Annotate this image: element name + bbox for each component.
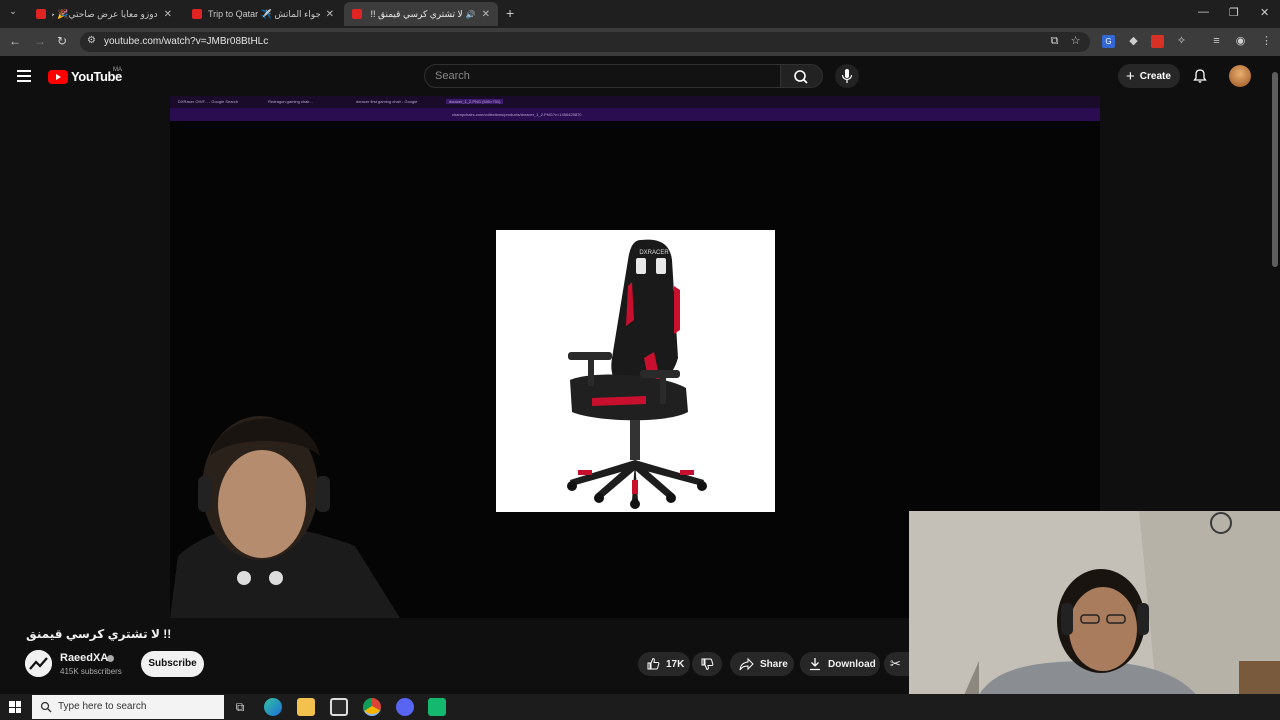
bookmark-star-icon[interactable]: ☆: [1069, 35, 1082, 48]
tab-close-icon[interactable]: ✕: [320, 9, 334, 20]
taskbar-search-box[interactable]: Type here to search: [32, 695, 224, 719]
extensions-puzzle-icon[interactable]: ✧: [1175, 35, 1188, 48]
file-explorer-icon[interactable]: [297, 698, 315, 716]
url-text: youtube.com/watch?v=JMBr08BtHLc: [104, 36, 269, 47]
hamburger-menu-icon[interactable]: [17, 70, 31, 82]
install-app-icon[interactable]: ⧉: [1048, 35, 1061, 48]
inner-tab: dxracer_1_2.PNG (640×701): [446, 99, 504, 104]
inner-tab: DXRacer OH/F... - Google Search: [178, 99, 239, 104]
task-view-icon[interactable]: ⧉: [231, 698, 249, 716]
browser-tab-2[interactable]: Trip to Qatar ✈️ أجواء الماتش 🇶🇦... ✕: [184, 2, 342, 26]
back-icon[interactable]: ←: [9, 34, 21, 48]
create-label: Create: [1139, 70, 1171, 82]
inner-tab: dxracer first gaming chair - Google: [356, 99, 418, 104]
extension-icon[interactable]: ◆: [1127, 35, 1140, 48]
forward-icon[interactable]: →: [34, 34, 46, 48]
download-button[interactable]: Download: [800, 652, 880, 676]
like-count: 17K: [666, 658, 685, 670]
tab-title: Trip to Qatar ✈️ أجواء الماتش 🇶🇦...: [208, 8, 320, 19]
maximize-icon[interactable]: ❐: [1229, 6, 1239, 19]
app-green-icon[interactable]: [428, 698, 446, 716]
verified-badge-icon: [107, 655, 114, 662]
share-label: Share: [760, 658, 788, 670]
thumbs-down-icon: [701, 658, 714, 671]
clip-button[interactable]: ✂: [884, 652, 909, 676]
browser-tab-1[interactable]: دوزو معايا عرض صاحتي🎉 جب... ✕: [28, 2, 180, 26]
share-button[interactable]: Share: [730, 652, 794, 676]
voice-search-button[interactable]: [835, 64, 859, 88]
tab-close-icon[interactable]: ✕: [158, 9, 172, 20]
audio-playing-icon[interactable]: 🔊: [466, 10, 476, 19]
close-window-icon[interactable]: ✕: [1260, 6, 1269, 19]
tab-title: لا تشتري كرسي قيمنق !! - You...: [368, 8, 463, 19]
search-icon: [40, 701, 52, 713]
youtube-favicon-icon: [192, 9, 202, 19]
country-code: MA: [113, 67, 122, 73]
video-inner-address-bar: champchairs.com/collections/products/dxr…: [170, 108, 1100, 121]
download-label: Download: [828, 658, 876, 670]
search-icon: [794, 70, 808, 84]
address-bar[interactable]: ⚙ youtube.com/watch?v=JMBr08BtHLc: [80, 32, 1090, 52]
video-inner-tab-strip: DXRacer OH/F... - Google Search Redragon…: [170, 96, 1100, 108]
browser-tab-strip: ⌄ دوزو معايا عرض صاحتي🎉 جب... ✕ Trip to …: [0, 0, 1280, 28]
channel-name[interactable]: RaeedXA: [60, 652, 108, 664]
youtube-logo[interactable]: YouTube MA: [48, 67, 122, 84]
windows-start-icon[interactable]: [9, 701, 21, 713]
translate-extension-icon[interactable]: G: [1102, 35, 1115, 48]
windows-taskbar: Type here to search ⧉: [0, 694, 1280, 720]
inner-tab: Redragon gaming chair...: [268, 99, 313, 104]
youtube-favicon-icon: [352, 9, 362, 19]
microphone-icon: [841, 69, 853, 83]
search-button[interactable]: [781, 64, 823, 88]
minimize-icon[interactable]: —: [1198, 6, 1209, 18]
dislike-button[interactable]: [692, 652, 722, 676]
media-controls-icon[interactable]: ≡: [1210, 35, 1223, 48]
site-info-icon[interactable]: ⚙: [87, 35, 96, 46]
channel-avatar[interactable]: [25, 650, 52, 677]
youtube-masthead: YouTube MA Search + Create: [0, 56, 1270, 96]
browser-tab-3-active[interactable]: لا تشتري كرسي قيمنق !! - You... 🔊 ✕: [344, 2, 498, 26]
subscriber-count: 415K subscribers: [60, 667, 122, 676]
discord-icon[interactable]: [396, 698, 414, 716]
reload-icon[interactable]: ↻: [57, 34, 67, 48]
notifications-bell-icon[interactable]: [1192, 68, 1208, 84]
tab-close-icon[interactable]: ✕: [476, 9, 490, 20]
search-input[interactable]: Search: [424, 64, 781, 88]
browser-toolbar: ← → ↻ ⚙ youtube.com/watch?v=JMBr08BtHLc …: [0, 28, 1280, 56]
edge-browser-icon[interactable]: [264, 698, 282, 716]
chrome-menu-icon[interactable]: ⋮: [1260, 35, 1273, 48]
chrome-icon[interactable]: [363, 698, 381, 716]
tab-search-button[interactable]: ⌄: [6, 6, 20, 20]
taskbar-search-placeholder: Type here to search: [58, 701, 147, 712]
download-icon: [810, 658, 820, 671]
profile-icon[interactable]: ◉: [1234, 35, 1247, 48]
scissors-icon: ✂: [890, 656, 901, 671]
inner-url: champchairs.com/collections/products/dxr…: [452, 112, 582, 117]
thumbs-up-icon: [647, 657, 660, 670]
scrollbar-thumb[interactable]: [1272, 72, 1278, 267]
share-arrow-icon: [739, 657, 754, 671]
gaming-chair-image: DXRACER: [496, 230, 775, 512]
youtube-favicon-icon: [36, 9, 46, 19]
extension-red-icon[interactable]: [1151, 35, 1164, 48]
create-button[interactable]: + Create: [1118, 64, 1180, 88]
microsoft-store-icon[interactable]: [330, 698, 348, 716]
subscribe-button[interactable]: Subscribe: [141, 651, 204, 677]
video-title: !! لا تشتري كرسي قيمنق: [26, 627, 172, 641]
youtube-play-icon: [48, 69, 68, 84]
search-placeholder: Search: [435, 70, 470, 82]
chair-brand-text: DXRACER: [639, 250, 669, 256]
streamer-webcam-overlay: [909, 511, 1280, 720]
streamer-webcam-left: [170, 396, 410, 618]
new-tab-button[interactable]: +: [506, 5, 514, 21]
plus-icon: +: [1126, 67, 1135, 85]
user-avatar[interactable]: [1229, 65, 1251, 87]
tab-title: دوزو معايا عرض صاحتي🎉 جب...: [52, 8, 158, 19]
like-button[interactable]: 17K: [638, 652, 690, 676]
